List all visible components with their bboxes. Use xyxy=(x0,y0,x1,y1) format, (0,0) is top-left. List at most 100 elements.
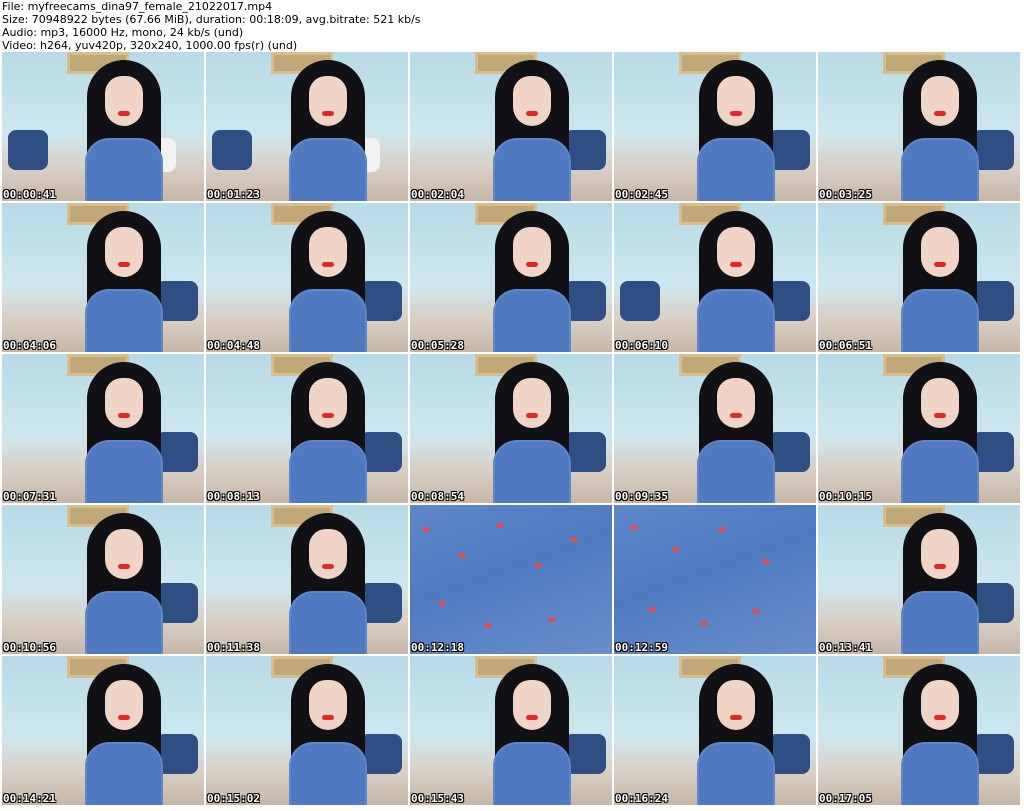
pillow-shape xyxy=(620,281,660,321)
audio-info-line: Audio: mp3, 16000 Hz, mono, 24 kb/s (und… xyxy=(2,26,244,39)
lips-shape xyxy=(117,715,130,720)
thumbnail-grid: 00:00:41 00:01:23 00:02:04 00:02:45 00:0… xyxy=(2,52,1022,809)
thumbnail-frame: 00:15:02 xyxy=(206,656,408,805)
dress-shape xyxy=(288,289,367,352)
pattern-dot xyxy=(762,559,770,564)
thumbnail-timestamp: 00:10:15 xyxy=(819,490,872,503)
thumbnail-frame: 00:12:18 xyxy=(410,505,612,654)
dress-shape xyxy=(900,591,979,654)
face-shape xyxy=(512,227,551,277)
dress-shape xyxy=(84,591,163,654)
pattern-dot xyxy=(570,537,578,542)
dress-shape xyxy=(84,742,163,805)
thumbnail-frame: 00:03:25 xyxy=(818,52,1020,201)
dress-shape xyxy=(696,440,775,503)
thumbnail-frame: 00:14:21 xyxy=(2,656,204,805)
size-info-line: Size: 70948922 bytes (67.66 MiB), durati… xyxy=(2,13,421,26)
thumbnail-frame: 00:02:45 xyxy=(614,52,816,201)
dress-shape xyxy=(288,591,367,654)
thumbnail-frame: 00:01:23 xyxy=(206,52,408,201)
lips-shape xyxy=(321,262,334,267)
lips-shape xyxy=(321,564,334,569)
face-shape xyxy=(308,76,347,126)
pattern-dot xyxy=(630,525,638,530)
dress-shape xyxy=(288,440,367,503)
thumbnail-timestamp: 00:13:41 xyxy=(819,641,872,654)
pattern-dot xyxy=(648,607,656,612)
thumbnail-frame: 00:09:35 xyxy=(614,354,816,503)
pattern-dot xyxy=(458,553,466,558)
dress-shape xyxy=(900,138,979,201)
thumbnail-frame: 00:06:10 xyxy=(614,203,816,352)
dress-shape xyxy=(492,289,571,352)
face-shape xyxy=(716,378,755,428)
lips-shape xyxy=(933,715,946,720)
lips-shape xyxy=(933,413,946,418)
thumbnail-timestamp: 00:14:21 xyxy=(3,792,56,805)
lips-shape xyxy=(729,413,742,418)
lips-shape xyxy=(321,413,334,418)
dress-shape xyxy=(84,440,163,503)
thumbnail-timestamp: 00:08:13 xyxy=(207,490,260,503)
thumbnail-timestamp: 00:17:05 xyxy=(819,792,872,805)
thumbnail-timestamp: 00:16:24 xyxy=(615,792,668,805)
pattern-dot xyxy=(672,547,680,552)
pattern-dot xyxy=(496,523,504,528)
dress-shape xyxy=(696,289,775,352)
file-info-line: File: myfreecams_dina97_female_21022017.… xyxy=(2,0,273,13)
thumbnail-frame: 00:00:41 xyxy=(2,52,204,201)
lips-shape xyxy=(525,715,538,720)
thumbnail-frame: 00:10:15 xyxy=(818,354,1020,503)
thumbnail-frame: 00:05:28 xyxy=(410,203,612,352)
dress-shape xyxy=(288,742,367,805)
pattern-dot xyxy=(438,601,446,606)
face-shape xyxy=(716,680,755,730)
face-shape xyxy=(104,378,143,428)
pattern-dot xyxy=(534,563,542,568)
face-shape xyxy=(512,680,551,730)
lips-shape xyxy=(117,413,130,418)
face-shape xyxy=(512,76,551,126)
dress-shape xyxy=(900,742,979,805)
dress-shape xyxy=(492,440,571,503)
lips-shape xyxy=(321,715,334,720)
dress-shape xyxy=(900,440,979,503)
dress-shape xyxy=(84,138,163,201)
face-shape xyxy=(104,76,143,126)
thumbnail-frame: 00:16:24 xyxy=(614,656,816,805)
pattern-dot xyxy=(484,623,492,628)
thumbnail-timestamp: 00:08:54 xyxy=(411,490,464,503)
lips-shape xyxy=(933,111,946,116)
thumbnail-timestamp: 00:12:59 xyxy=(615,641,668,654)
face-shape xyxy=(104,227,143,277)
thumbnail-timestamp: 00:00:41 xyxy=(3,188,56,201)
lips-shape xyxy=(117,262,130,267)
lips-shape xyxy=(525,111,538,116)
dress-shape xyxy=(288,138,367,201)
lips-shape xyxy=(525,262,538,267)
face-shape xyxy=(308,529,347,579)
face-shape xyxy=(920,227,959,277)
lips-shape xyxy=(117,111,130,116)
thumbnail-timestamp: 00:02:45 xyxy=(615,188,668,201)
lips-shape xyxy=(933,564,946,569)
thumbnail-frame: 00:15:43 xyxy=(410,656,612,805)
thumbnail-timestamp: 00:02:04 xyxy=(411,188,464,201)
video-info-line: Video: h264, yuv420p, 320x240, 1000.00 f… xyxy=(2,39,298,52)
dress-shape xyxy=(84,289,163,352)
pattern-dot xyxy=(548,617,556,622)
thumbnail-frame: 00:17:05 xyxy=(818,656,1020,805)
thumbnail-timestamp: 00:09:35 xyxy=(615,490,668,503)
thumbnail-timestamp: 00:10:56 xyxy=(3,641,56,654)
thumbnail-timestamp: 00:15:02 xyxy=(207,792,260,805)
dress-shape xyxy=(900,289,979,352)
thumbnail-timestamp: 00:05:28 xyxy=(411,339,464,352)
face-shape xyxy=(716,76,755,126)
thumbnail-timestamp: 00:15:43 xyxy=(411,792,464,805)
face-shape xyxy=(308,680,347,730)
dress-shape xyxy=(696,742,775,805)
thumbnail-frame: 00:08:13 xyxy=(206,354,408,503)
pattern-dot xyxy=(700,621,708,626)
face-shape xyxy=(920,76,959,126)
thumbnail-frame: 00:04:06 xyxy=(2,203,204,352)
